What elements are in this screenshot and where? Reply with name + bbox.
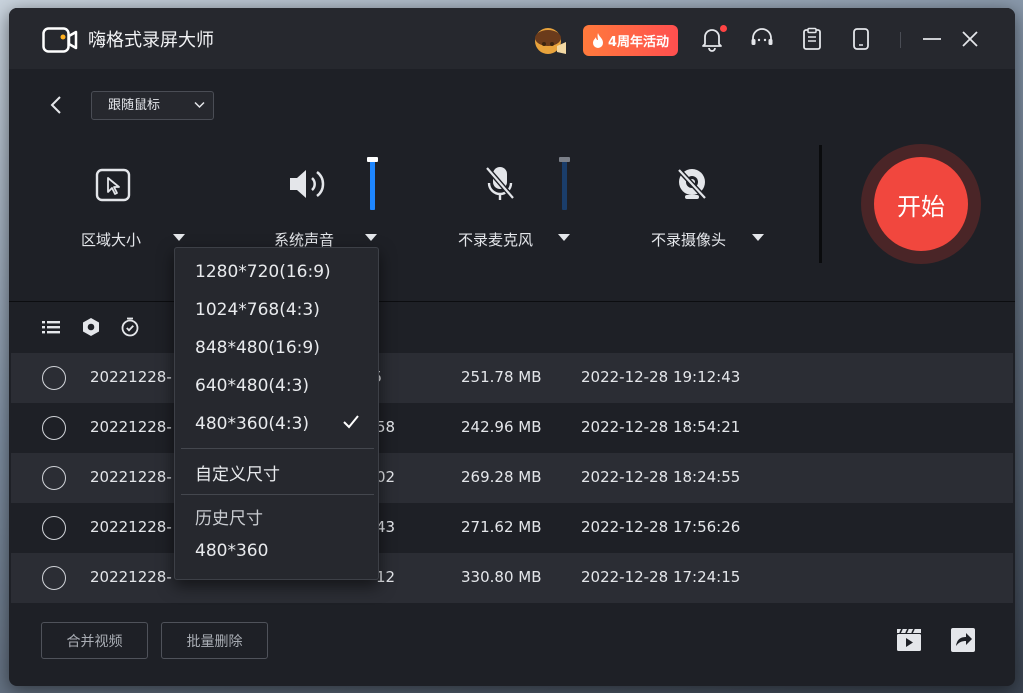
- mic-volume-knob[interactable]: [559, 157, 570, 162]
- camera-label[interactable]: 不录摄像头: [651, 229, 726, 250]
- history-size-header: 历史尺寸: [195, 509, 263, 529]
- history-size-option[interactable]: 480*360: [195, 541, 268, 561]
- promo-label: 4周年活动: [607, 35, 670, 50]
- file-name: 20221228-: [90, 418, 172, 436]
- row-select-radio[interactable]: [42, 566, 66, 590]
- speaker-icon[interactable]: [287, 166, 329, 202]
- app-title: 嗨格式录屏大师: [88, 30, 214, 51]
- camera-logo-icon: [42, 27, 78, 53]
- notification-dot: [720, 25, 727, 32]
- app-window: 嗨格式录屏大师 4周年活动 跟随鼠标 区域大小 系统声音 不录麦克风 不录摄像头…: [9, 8, 1015, 686]
- close-icon[interactable]: [957, 26, 983, 52]
- dropdown-divider: [181, 448, 374, 449]
- file-name: 20221228-: [90, 568, 172, 586]
- list-view-icon[interactable]: [41, 317, 61, 337]
- row-select-radio[interactable]: [42, 466, 66, 490]
- controls-divider: [819, 145, 822, 263]
- resolution-option-selected[interactable]: 480*360(4:3): [195, 414, 309, 434]
- settings-icon[interactable]: [81, 317, 101, 337]
- table-row[interactable]: 20221228- 55 251.78 MB 2022-12-28 19:12:…: [11, 353, 1013, 403]
- avatar[interactable]: [533, 24, 567, 56]
- merge-video-button[interactable]: 合并视频: [41, 622, 148, 659]
- file-size: 271.62 MB: [461, 518, 542, 536]
- back-icon[interactable]: [47, 94, 67, 116]
- row-select-radio[interactable]: [42, 416, 66, 440]
- start-button-ring: 开始: [861, 144, 981, 264]
- resolution-option[interactable]: 640*480(4:3): [195, 376, 309, 396]
- headset-icon[interactable]: [749, 26, 775, 52]
- resolution-dropdown: 1280*720(16:9) 1024*768(4:3) 848*480(16:…: [174, 247, 379, 580]
- start-button[interactable]: 开始: [874, 157, 968, 251]
- title-bar: 嗨格式录屏大师 4周年活动: [9, 8, 1015, 69]
- file-size: 269.28 MB: [461, 468, 542, 486]
- file-size: 251.78 MB: [461, 368, 542, 386]
- table-row[interactable]: 20221228- 43 271.62 MB 2022-12-28 17:56:…: [11, 503, 1013, 553]
- mic-off-icon[interactable]: [483, 164, 517, 204]
- minimize-icon[interactable]: [919, 26, 945, 52]
- mic-label[interactable]: 不录麦克风: [458, 229, 533, 250]
- clipboard-icon[interactable]: [799, 26, 825, 52]
- dropdown-divider: [181, 494, 374, 495]
- flame-icon: [592, 33, 603, 48]
- mic-volume-track[interactable]: [562, 158, 567, 210]
- file-name: 20221228-: [90, 368, 172, 386]
- region-caret-icon[interactable]: [173, 234, 185, 241]
- file-size: 330.80 MB: [461, 568, 542, 586]
- promo-badge[interactable]: 4周年活动: [583, 25, 678, 56]
- section-divider: [9, 301, 1015, 302]
- file-date: 2022-12-28 19:12:43: [581, 368, 741, 386]
- resolution-option[interactable]: 1280*720(16:9): [195, 262, 331, 282]
- region-icon[interactable]: [95, 168, 131, 202]
- mic-caret-icon[interactable]: [558, 234, 570, 241]
- table-row[interactable]: 20221228- 02 269.28 MB 2022-12-28 18:24:…: [11, 453, 1013, 503]
- follow-mode-select[interactable]: 跟随鼠标: [91, 91, 214, 120]
- batch-delete-button[interactable]: 批量删除: [161, 622, 268, 659]
- follow-mode-value: 跟随鼠标: [108, 98, 161, 113]
- title-divider: [900, 32, 901, 48]
- file-date: 2022-12-28 17:56:26: [581, 518, 741, 536]
- camera-off-icon[interactable]: [674, 166, 710, 202]
- resolution-option[interactable]: 848*480(16:9): [195, 338, 320, 358]
- file-size: 242.96 MB: [461, 418, 542, 436]
- phone-icon[interactable]: [848, 26, 874, 52]
- system-volume-knob[interactable]: [367, 157, 378, 162]
- table-row[interactable]: 20221228- 58 242.96 MB 2022-12-28 18:54:…: [11, 403, 1013, 453]
- camera-caret-icon[interactable]: [752, 234, 764, 241]
- custom-size-option[interactable]: 自定义尺寸: [195, 460, 280, 485]
- file-date: 2022-12-28 17:24:15: [581, 568, 741, 586]
- share-icon[interactable]: [949, 626, 977, 654]
- row-select-radio[interactable]: [42, 516, 66, 540]
- system-volume-fill: [370, 158, 375, 210]
- chevron-down-icon: [194, 101, 205, 109]
- file-date: 2022-12-28 18:54:21: [581, 418, 741, 436]
- recordings-list: 20221228- 55 251.78 MB 2022-12-28 19:12:…: [11, 353, 1013, 603]
- video-editor-icon[interactable]: [895, 626, 923, 654]
- file-date: 2022-12-28 18:24:55: [581, 468, 741, 486]
- check-icon: [343, 415, 359, 429]
- file-name: 20221228-: [90, 518, 172, 536]
- row-select-radio[interactable]: [42, 366, 66, 390]
- timer-icon[interactable]: [120, 317, 140, 337]
- table-row[interactable]: 20221228- 12 330.80 MB 2022-12-28 17:24:…: [11, 553, 1013, 603]
- region-label[interactable]: 区域大小: [81, 229, 141, 250]
- file-name: 20221228-: [90, 468, 172, 486]
- audio-caret-icon[interactable]: [365, 234, 377, 241]
- resolution-option[interactable]: 1024*768(4:3): [195, 300, 320, 320]
